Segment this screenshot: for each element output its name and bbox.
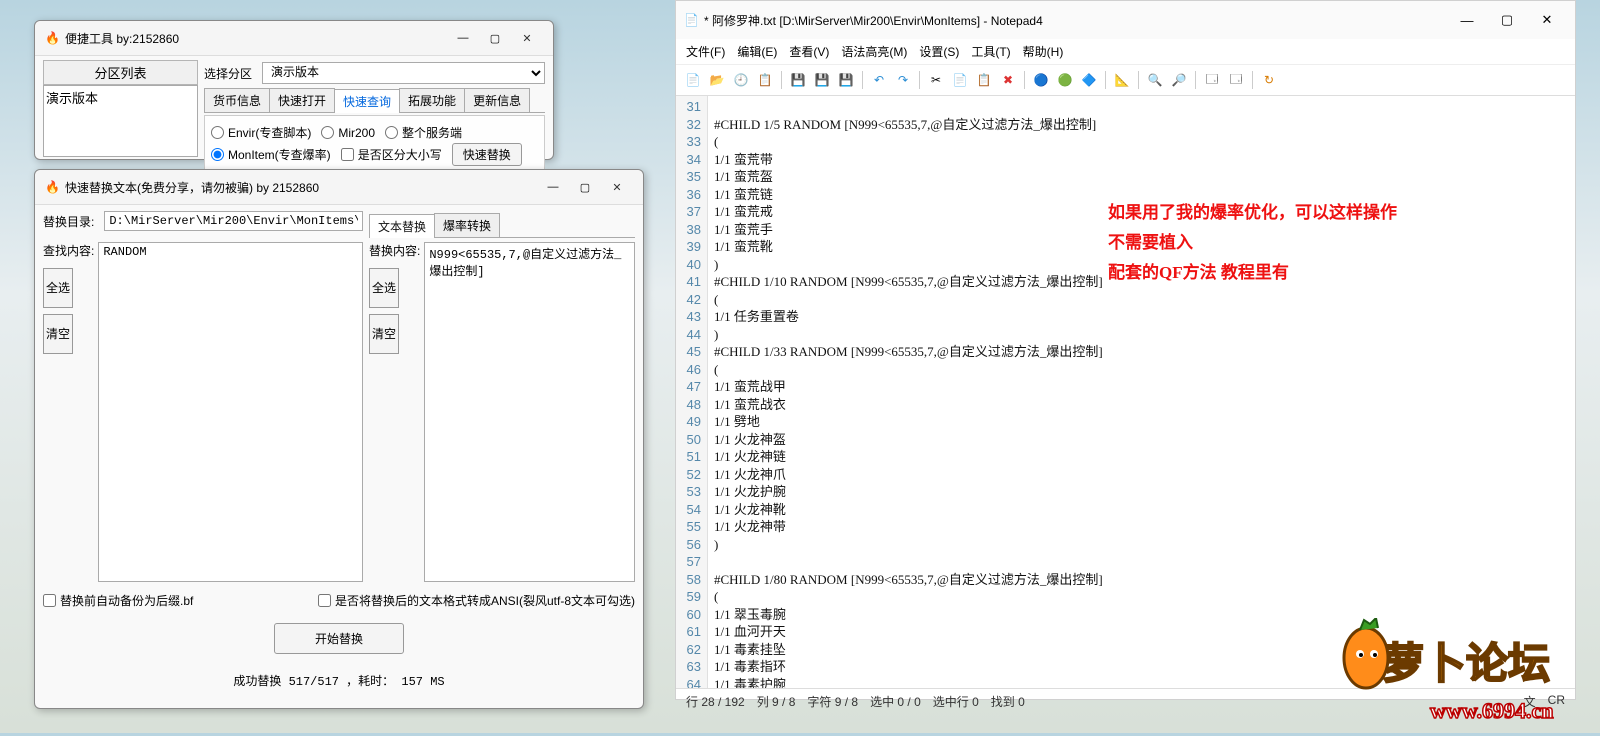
menu-syntax[interactable]: 语法高亮(M) xyxy=(841,43,907,60)
zoomout-icon[interactable]: 🔎 xyxy=(1168,69,1190,91)
tab-rate-convert[interactable]: 爆率转换 xyxy=(434,213,500,237)
paste-icon[interactable]: 📋 xyxy=(973,69,995,91)
close-button[interactable]: ✕ xyxy=(601,176,633,198)
saveall-icon[interactable]: 💾 xyxy=(835,69,857,91)
menu-view[interactable]: 查看(V) xyxy=(789,43,829,60)
tab-quickquery[interactable]: 快速查询 xyxy=(334,89,400,113)
gutter: 3132333435363738394041424344454647484950… xyxy=(676,96,708,688)
menu-help[interactable]: 帮助(H) xyxy=(1023,43,1064,60)
maximize-button[interactable]: ▢ xyxy=(479,27,511,49)
cut-icon[interactable]: ✂ xyxy=(925,69,947,91)
selectall-button-left[interactable]: 全选 xyxy=(43,268,73,308)
save-icon[interactable]: 💾 xyxy=(787,69,809,91)
notepad-icon: 📄 xyxy=(684,13,698,27)
tab-text-replace[interactable]: 文本替换 xyxy=(369,214,435,238)
check-case[interactable]: 是否区分大小写 xyxy=(341,146,442,163)
settings-icon[interactable]: 🗔 xyxy=(1225,69,1247,91)
dir-label: 替换目录: xyxy=(43,213,94,230)
site-logo: 萝卜论坛 www.6994.cn xyxy=(1322,618,1600,733)
maximize-button[interactable]: ▢ xyxy=(1487,7,1527,33)
list-item[interactable]: 演示版本 xyxy=(46,88,195,107)
tool-tabs: 货币信息 快速打开 快速查询 拓展功能 更新信息 xyxy=(204,88,545,113)
logo-text: 萝卜论坛 xyxy=(1382,641,1550,688)
undo-icon[interactable]: ↶ xyxy=(868,69,890,91)
tab-currency[interactable]: 货币信息 xyxy=(204,88,270,112)
notepad-window: 📄 * 阿修罗神.txt [D:\MirServer\Mir200\Envir\… xyxy=(675,0,1576,700)
status-char: 字符 9 / 8 xyxy=(807,693,858,710)
recent-icon[interactable]: 📋 xyxy=(754,69,776,91)
check-ansi[interactable]: 是否将替换后的文本格式转成ANSI(裂风utf-8文本可勾选) xyxy=(318,592,635,609)
redo-icon[interactable]: ↷ xyxy=(892,69,914,91)
minimize-button[interactable]: — xyxy=(1447,7,1487,33)
replace-status: 成功替换 517/517 ，耗时： 157 MS xyxy=(43,672,635,689)
menubar: 文件(F) 编辑(E) 查看(V) 语法高亮(M) 设置(S) 工具(T) 帮助… xyxy=(676,39,1575,65)
status-col: 列 9 / 8 xyxy=(757,693,796,710)
dir-input[interactable] xyxy=(104,211,363,231)
search-label: 查找内容: xyxy=(43,242,94,262)
radio-monitem[interactable]: MonItem(专查爆率) xyxy=(211,146,331,163)
app-icon: 🔥 xyxy=(45,180,59,194)
quick-replace-button[interactable]: 快速替换 xyxy=(452,143,522,166)
notepad-title: * 阿修罗神.txt [D:\MirServer\Mir200\Envir\Mo… xyxy=(704,12,1043,29)
replace-window: 🔥 快速替换文本(免费分享，请勿被骗) by 2152860 — ▢ ✕ 替换目… xyxy=(34,169,644,709)
copy-icon[interactable]: 📄 xyxy=(949,69,971,91)
toolbar: 📄 📂 🕘 📋 💾 💾 💾 ↶ ↷ ✂ 📄 📋 ✖ 🔵 🟢 🔷 📐 🔍 🔎 🗔 … xyxy=(676,65,1575,96)
menu-settings[interactable]: 设置(S) xyxy=(919,43,959,60)
minimize-button[interactable]: — xyxy=(447,27,479,49)
replace-title: 快速替换文本(免费分享，请勿被骗) by 2152860 xyxy=(65,179,319,196)
goto-icon[interactable]: 🔷 xyxy=(1078,69,1100,91)
radio-envir[interactable]: Envir(专查脚本) xyxy=(211,124,311,141)
clear-button-right[interactable]: 清空 xyxy=(369,314,399,354)
menu-file[interactable]: 文件(F) xyxy=(686,43,725,60)
replace-textarea[interactable] xyxy=(424,242,635,582)
start-replace-button[interactable]: 开始替换 xyxy=(274,623,404,654)
wrap-icon[interactable]: 📐 xyxy=(1111,69,1133,91)
maximize-button[interactable]: ▢ xyxy=(569,176,601,198)
notepad-titlebar[interactable]: 📄 * 阿修罗神.txt [D:\MirServer\Mir200\Envir\… xyxy=(676,1,1575,39)
status-find: 找到 0 xyxy=(991,693,1025,710)
radio-mir200[interactable]: Mir200 xyxy=(321,126,375,140)
tab-quickopen[interactable]: 快速打开 xyxy=(269,88,335,112)
search-textarea[interactable] xyxy=(98,242,363,582)
replace-icon[interactable]: 🟢 xyxy=(1054,69,1076,91)
zone-list-header: 分区列表 xyxy=(43,60,198,85)
delete-icon[interactable]: ✖ xyxy=(997,69,1019,91)
tool-title: 便捷工具 by:2152860 xyxy=(65,30,179,47)
selectall-button-right[interactable]: 全选 xyxy=(369,268,399,308)
minimize-button[interactable]: — xyxy=(537,176,569,198)
close-button[interactable]: ✕ xyxy=(511,27,543,49)
replace-tabs: 文本替换 爆率转换 xyxy=(369,213,635,238)
tab-extend[interactable]: 拓展功能 xyxy=(399,88,465,112)
open-icon[interactable]: 📂 xyxy=(706,69,728,91)
theme-icon[interactable]: 🗔 xyxy=(1201,69,1223,91)
overlay-note: 如果用了我的爆率优化，可以这样操作 不需要植入 配套的QF方法 教程里有 xyxy=(1108,198,1397,288)
editor[interactable]: 3132333435363738394041424344454647484950… xyxy=(676,96,1575,688)
menu-edit[interactable]: 编辑(E) xyxy=(737,43,777,60)
radio-whole[interactable]: 整个服务端 xyxy=(385,124,462,141)
tab-update[interactable]: 更新信息 xyxy=(464,88,530,112)
tool-titlebar[interactable]: 🔥 便捷工具 by:2152860 — ▢ ✕ xyxy=(35,21,553,56)
menu-tools[interactable]: 工具(T) xyxy=(971,43,1010,60)
tool-window: 🔥 便捷工具 by:2152860 — ▢ ✕ 分区列表 演示版本 选择分区 演… xyxy=(34,20,554,160)
status-sel: 选中 0 / 0 xyxy=(870,693,921,710)
app-icon: 🔥 xyxy=(45,31,59,45)
new-icon[interactable]: 📄 xyxy=(682,69,704,91)
refresh-icon[interactable]: ↻ xyxy=(1258,69,1280,91)
logo-url: www.6994.cn xyxy=(1430,698,1553,723)
status-linecol: 行 28 / 192 xyxy=(686,693,745,710)
close-button[interactable]: ✕ xyxy=(1527,7,1567,33)
code-area[interactable]: 如果用了我的爆率优化，可以这样操作 不需要植入 配套的QF方法 教程里有 #CH… xyxy=(708,96,1575,688)
replace-titlebar[interactable]: 🔥 快速替换文本(免费分享，请勿被骗) by 2152860 — ▢ ✕ xyxy=(35,170,643,205)
saveas-icon[interactable]: 💾 xyxy=(811,69,833,91)
clear-button-left[interactable]: 清空 xyxy=(43,314,73,354)
status-selline: 选中行 0 xyxy=(933,693,979,710)
history-icon[interactable]: 🕘 xyxy=(730,69,752,91)
zone-listbox[interactable]: 演示版本 xyxy=(43,85,198,157)
select-zone-label: 选择分区 xyxy=(204,65,252,82)
zone-select[interactable]: 演示版本 xyxy=(262,62,545,84)
replace-label: 替换内容: xyxy=(369,242,420,262)
find-icon[interactable]: 🔵 xyxy=(1030,69,1052,91)
check-backup[interactable]: 替换前自动备份为后缀.bf xyxy=(43,592,193,609)
zoomin-icon[interactable]: 🔍 xyxy=(1144,69,1166,91)
